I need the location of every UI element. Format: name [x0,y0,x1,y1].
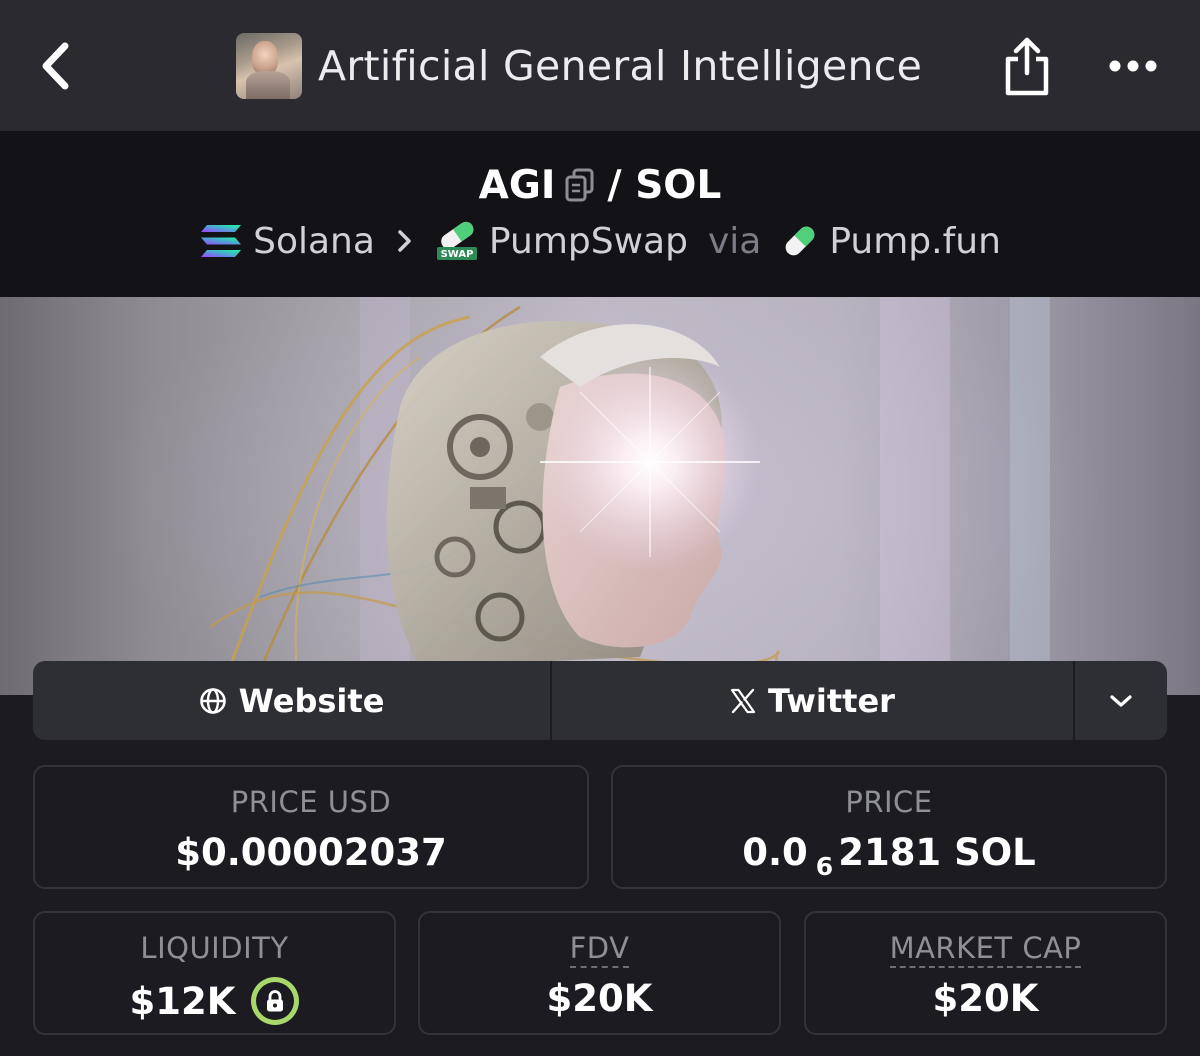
token-avatar [236,33,302,99]
website-button[interactable]: Website [33,661,552,740]
market-cap-amount: $20K [932,977,1039,1020]
pair-header: AGI / SOL Solana SWAP PumpSwap via Pump.… [0,131,1200,297]
market-cap-card: MARKET CAP $20K [804,911,1167,1035]
website-label: Website [238,681,385,720]
breadcrumb-chevron-icon [397,228,413,254]
pair-name: AGI / SOL [0,155,1200,215]
globe-icon [199,687,227,715]
price-prefix: 0.0 [742,831,808,874]
more-options-button[interactable] [1100,46,1166,86]
market-cap-value: $20K [806,977,1165,1020]
pair-path: Solana SWAP PumpSwap via Pump.fun [0,215,1200,267]
token-banner-image [0,297,1200,695]
fdv-label[interactable]: FDV [569,931,630,968]
copy-icon [565,168,594,202]
liquidity-card: LIQUIDITY $12K [33,911,396,1035]
quote-token-symbol: / SOL [607,162,722,208]
liquidity-amount: $12K [129,979,236,1023]
top-app-bar: Artificial General Intelligence [0,0,1200,131]
price-native-card: PRICE 0.0 6 2181 SOL [611,765,1167,889]
twitter-button[interactable]: Twitter [552,661,1075,740]
chevron-left-icon [42,42,69,90]
liquidity-lock-button[interactable] [251,977,300,1025]
fdv-amount: $20K [546,977,653,1020]
lock-icon [267,990,284,1012]
copy-address-button[interactable] [565,168,595,202]
liquidity-value: $12K [35,977,394,1025]
more-links-button[interactable] [1075,661,1167,740]
price-usd-label: PRICE USD [230,785,392,819]
price-zero-count: 6 [815,852,834,881]
dex-name: PumpSwap [488,220,688,262]
twitter-label: Twitter [768,681,895,720]
price-suffix: 2181 SOL [838,831,1036,874]
dex-link[interactable]: SWAP PumpSwap [435,221,688,262]
pumpswap-icon: SWAP [435,221,479,261]
launchpad-link[interactable]: Pump.fun [781,221,1001,262]
price-usd-value: $0.00002037 [35,831,587,874]
banner-illustration [209,297,1050,695]
price-usd-amount: $0.00002037 [175,831,447,874]
chain-link[interactable]: Solana [199,221,375,262]
chevron-down-icon [1110,694,1132,707]
more-horizontal-icon [1109,60,1157,72]
price-usd-card: PRICE USD $0.00002037 [33,765,589,889]
pumpfun-pill-icon [781,222,819,260]
launchpad-name: Pump.fun [829,220,1001,262]
title-group: Artificial General Intelligence [236,33,922,99]
market-cap-label-wrap: MARKET CAP [806,931,1165,968]
social-links-bar: Website Twitter [33,661,1167,740]
fdv-label-wrap: FDV [420,931,779,968]
fdv-card: FDV $20K [418,911,781,1035]
page-title: Artificial General Intelligence [318,42,923,90]
market-cap-label[interactable]: MARKET CAP [889,931,1082,968]
fdv-value: $20K [420,977,779,1020]
liquidity-label: LIQUIDITY [140,931,289,965]
svg-text:SWAP: SWAP [440,249,473,260]
share-icon [1005,37,1049,96]
x-logo-icon [730,688,756,714]
share-button[interactable] [1000,34,1054,98]
solana-icon [199,223,243,259]
back-button[interactable] [30,38,80,94]
price-native-value: 0.0 6 2181 SOL [613,831,1165,881]
base-token-symbol: AGI [478,162,556,208]
chain-name: Solana [253,220,375,262]
via-label: via [707,220,762,262]
price-native-label: PRICE [845,785,933,819]
